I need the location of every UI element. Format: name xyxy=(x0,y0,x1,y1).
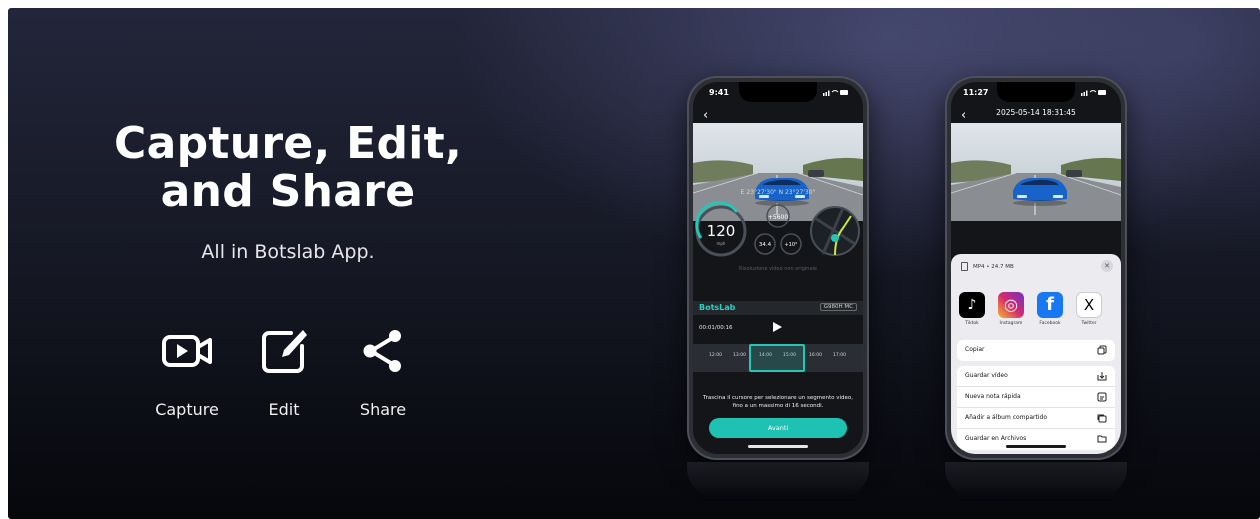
hero-banner: Capture, Edit, and Share All in Botslab … xyxy=(8,8,1260,519)
timeline-label: 17:00 xyxy=(833,353,846,358)
phone-screen-editor: 9:41 ‹ E 23°27'30" N 23°27'30" 120 mph +… xyxy=(693,82,863,454)
playback-timer: 00:01/00:16 xyxy=(699,325,733,331)
overlay-brand-bar: BotsLab G980H MC xyxy=(693,301,863,315)
brand-logo: BotsLab xyxy=(699,303,736,312)
telemetry-dashboard: 120 mph +5600 34.4 +10° xyxy=(695,201,860,257)
home-indicator xyxy=(1006,445,1066,448)
play-icon[interactable] xyxy=(773,322,782,332)
save-icon xyxy=(1097,372,1107,381)
phone-mockup-editor: 9:41 ‹ E 23°27'30" N 23°27'30" 120 mph +… xyxy=(687,76,869,460)
folder-icon xyxy=(1097,435,1107,443)
action-copy[interactable]: Copiar xyxy=(957,340,1115,361)
speed-value: 120 xyxy=(707,222,736,240)
rpm-value: +5600 xyxy=(768,214,788,221)
phone-mockup-share: 11:27 ‹ 2025-05-14 18:31:45 MP4 • 24.7 M… xyxy=(945,76,1127,460)
back-icon[interactable]: ‹ xyxy=(961,108,966,123)
status-time: 11:27 xyxy=(963,88,989,97)
share-sheet: MP4 • 24.7 MB ✕ ♪ Tiktok ◎ Instagram f F… xyxy=(951,254,1121,454)
action-label: Copiar xyxy=(965,346,985,353)
share-app-label: Facebook xyxy=(1039,321,1061,326)
share-app-tiktok[interactable]: ♪ Tiktok xyxy=(957,292,987,326)
timeline-label: 16:00 xyxy=(809,353,822,358)
action-shared-album[interactable]: Añadir a álbum compartido xyxy=(957,408,1115,429)
next-button[interactable]: Avanti xyxy=(709,418,847,438)
instagram-icon: ◎ xyxy=(998,292,1024,318)
status-icons xyxy=(1081,90,1106,96)
phone-notch xyxy=(997,82,1075,102)
copy-icon xyxy=(1097,345,1107,355)
close-icon[interactable]: ✕ xyxy=(1101,260,1113,272)
share-app-facebook[interactable]: f Facebook xyxy=(1035,292,1065,326)
speed-unit: mph xyxy=(717,241,726,246)
feature-share: Share xyxy=(338,324,428,419)
video-timestamp-title: 2025-05-14 18:31:45 xyxy=(996,108,1076,117)
gps-coordinates: E 23°27'30" N 23°27'30" xyxy=(740,189,816,196)
share-app-label: Instagram xyxy=(999,321,1023,326)
edit-icon xyxy=(262,330,307,373)
action-save-video[interactable]: Guardar vídeo xyxy=(957,366,1115,387)
action-quick-note[interactable]: Nueva nota rápida xyxy=(957,387,1115,408)
phone-reflection xyxy=(687,462,869,498)
metric-a-value: 34.4 xyxy=(759,242,772,248)
video-camera-icon xyxy=(162,335,212,367)
tiktok-icon: ♪ xyxy=(959,292,985,318)
file-info-text: MP4 • 24.7 MB xyxy=(973,264,1014,270)
feature-share-label: Share xyxy=(359,400,407,419)
phone-screen-share: 11:27 ‹ 2025-05-14 18:31:45 MP4 • 24.7 M… xyxy=(951,82,1121,454)
share-app-label: Tiktok xyxy=(965,321,979,326)
video-timeline[interactable]: 12:00 13:00 14:00 15:00 16:00 17:00 xyxy=(693,344,863,372)
subline: All in Botslab App. xyxy=(201,241,375,263)
headline-line-1: Capture, Edit, xyxy=(114,118,462,169)
trim-hint-text: Trascina il cursore per selezionare un s… xyxy=(703,395,853,409)
headline-line-2: and Share xyxy=(160,166,416,217)
status-time: 9:41 xyxy=(709,88,729,97)
file-info: MP4 • 24.7 MB xyxy=(961,262,1014,271)
feature-edit: Edit xyxy=(239,324,329,419)
feature-edit-label: Edit xyxy=(268,400,300,419)
phone-notch xyxy=(739,82,817,102)
more-actions-group: Guardar vídeo Nueva nota rápida Añadir a… xyxy=(957,366,1115,450)
copy-action-group: Copiar xyxy=(957,340,1115,361)
back-icon[interactable]: ‹ xyxy=(703,108,708,123)
timeline-label: 13:00 xyxy=(733,353,746,358)
share-app-instagram[interactable]: ◎ Instagram xyxy=(996,292,1026,326)
shared-album-icon xyxy=(1097,414,1107,423)
resolution-note: Risoluzione video non originale xyxy=(739,266,817,272)
note-icon xyxy=(1097,392,1107,402)
home-indicator xyxy=(748,445,808,448)
metric-b-value: +10° xyxy=(784,242,798,248)
action-label: Guardar vídeo xyxy=(965,372,1008,379)
feature-capture-label: Capture xyxy=(155,400,219,419)
status-icons xyxy=(823,90,848,96)
share-app-row: ♪ Tiktok ◎ Instagram f Facebook X Twitte… xyxy=(951,292,1121,336)
dashcam-video-frame xyxy=(951,123,1121,221)
segment-selector-handle[interactable] xyxy=(749,344,805,372)
x-twitter-icon: X xyxy=(1076,292,1102,318)
timeline-label: 12:00 xyxy=(709,353,722,358)
action-label: Guardar en Archivos xyxy=(965,435,1027,442)
share-app-label: Twitter xyxy=(1081,321,1097,326)
action-label: Nueva nota rápida xyxy=(965,393,1021,400)
action-label: Añadir a álbum compartido xyxy=(965,414,1047,421)
file-icon xyxy=(961,262,968,271)
headline: Capture, Edit, and Share xyxy=(108,120,468,216)
device-model-badge: G980H MC xyxy=(819,303,857,311)
facebook-icon: f xyxy=(1037,292,1063,318)
phone-reflection xyxy=(945,462,1127,498)
feature-capture: Capture xyxy=(142,324,232,419)
share-icon xyxy=(363,330,401,372)
share-app-twitter[interactable]: X Twitter xyxy=(1074,292,1104,326)
